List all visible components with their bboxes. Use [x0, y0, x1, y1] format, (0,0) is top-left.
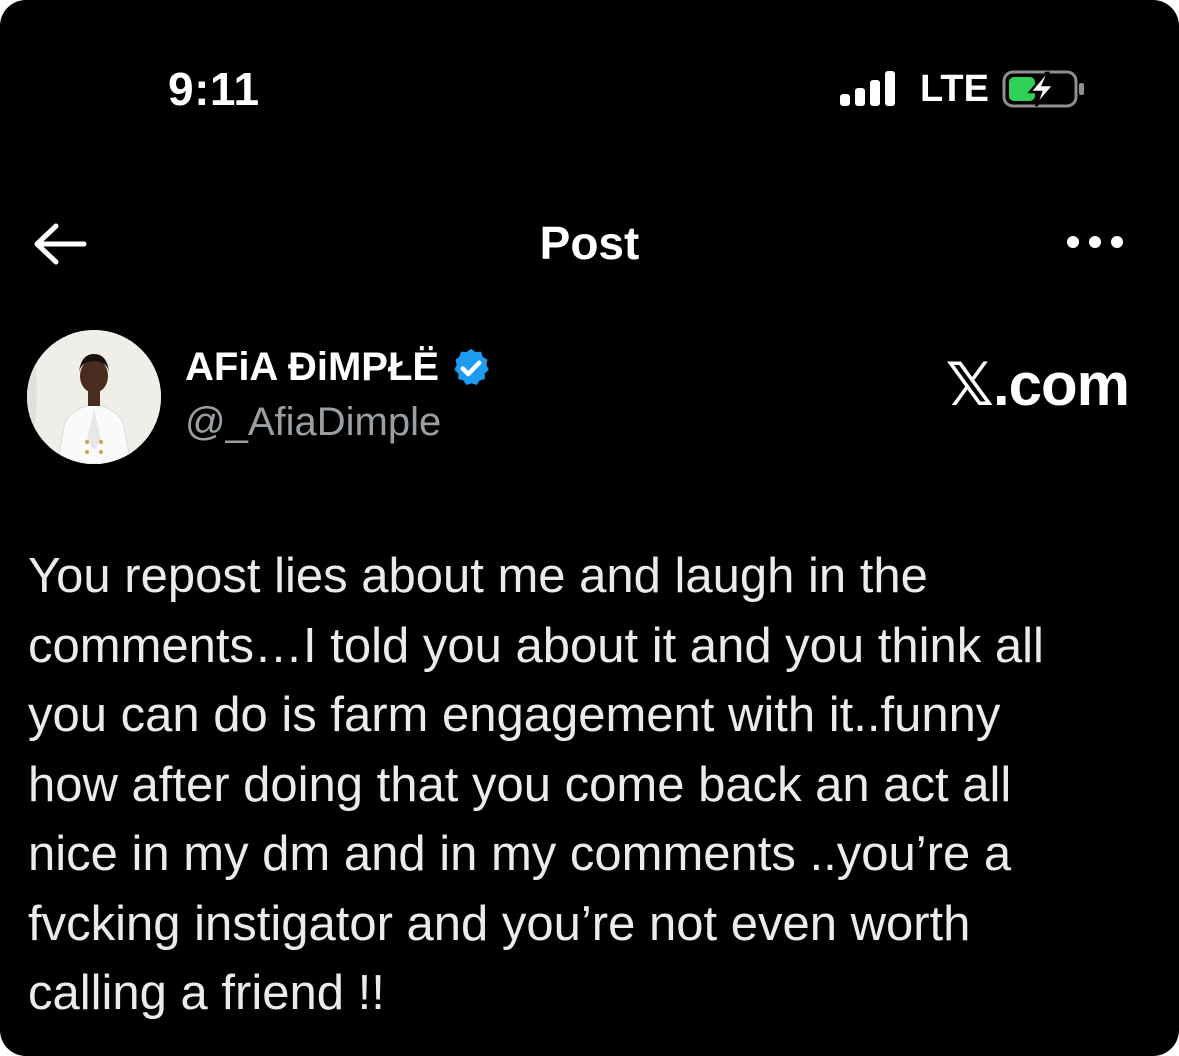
status-time: 9:11	[168, 63, 260, 115]
verified-badge-icon	[454, 348, 489, 385]
cellular-signal-icon	[840, 71, 895, 106]
display-name-text: AFiA ĐiMPŁË	[185, 345, 440, 389]
avatar-image	[27, 330, 161, 464]
avatar[interactable]	[27, 330, 161, 464]
more-options-icon[interactable]	[1064, 232, 1126, 252]
page-title: Post	[539, 217, 640, 269]
network-type: LTE	[920, 68, 989, 110]
phone-screen: 9:11 LTE Post AFiA ĐiMPŁË @_AfiaDimple 𝕏…	[0, 0, 1179, 1056]
battery-charging-icon	[1002, 70, 1084, 108]
post-text: You repost lies about me and laugh in th…	[28, 549, 1044, 1020]
user-handle[interactable]: @_AfiaDimple	[185, 400, 441, 445]
display-name[interactable]: AFiA ĐiMPŁË	[185, 345, 493, 390]
brand-watermark: 𝕏.com	[945, 351, 1130, 418]
